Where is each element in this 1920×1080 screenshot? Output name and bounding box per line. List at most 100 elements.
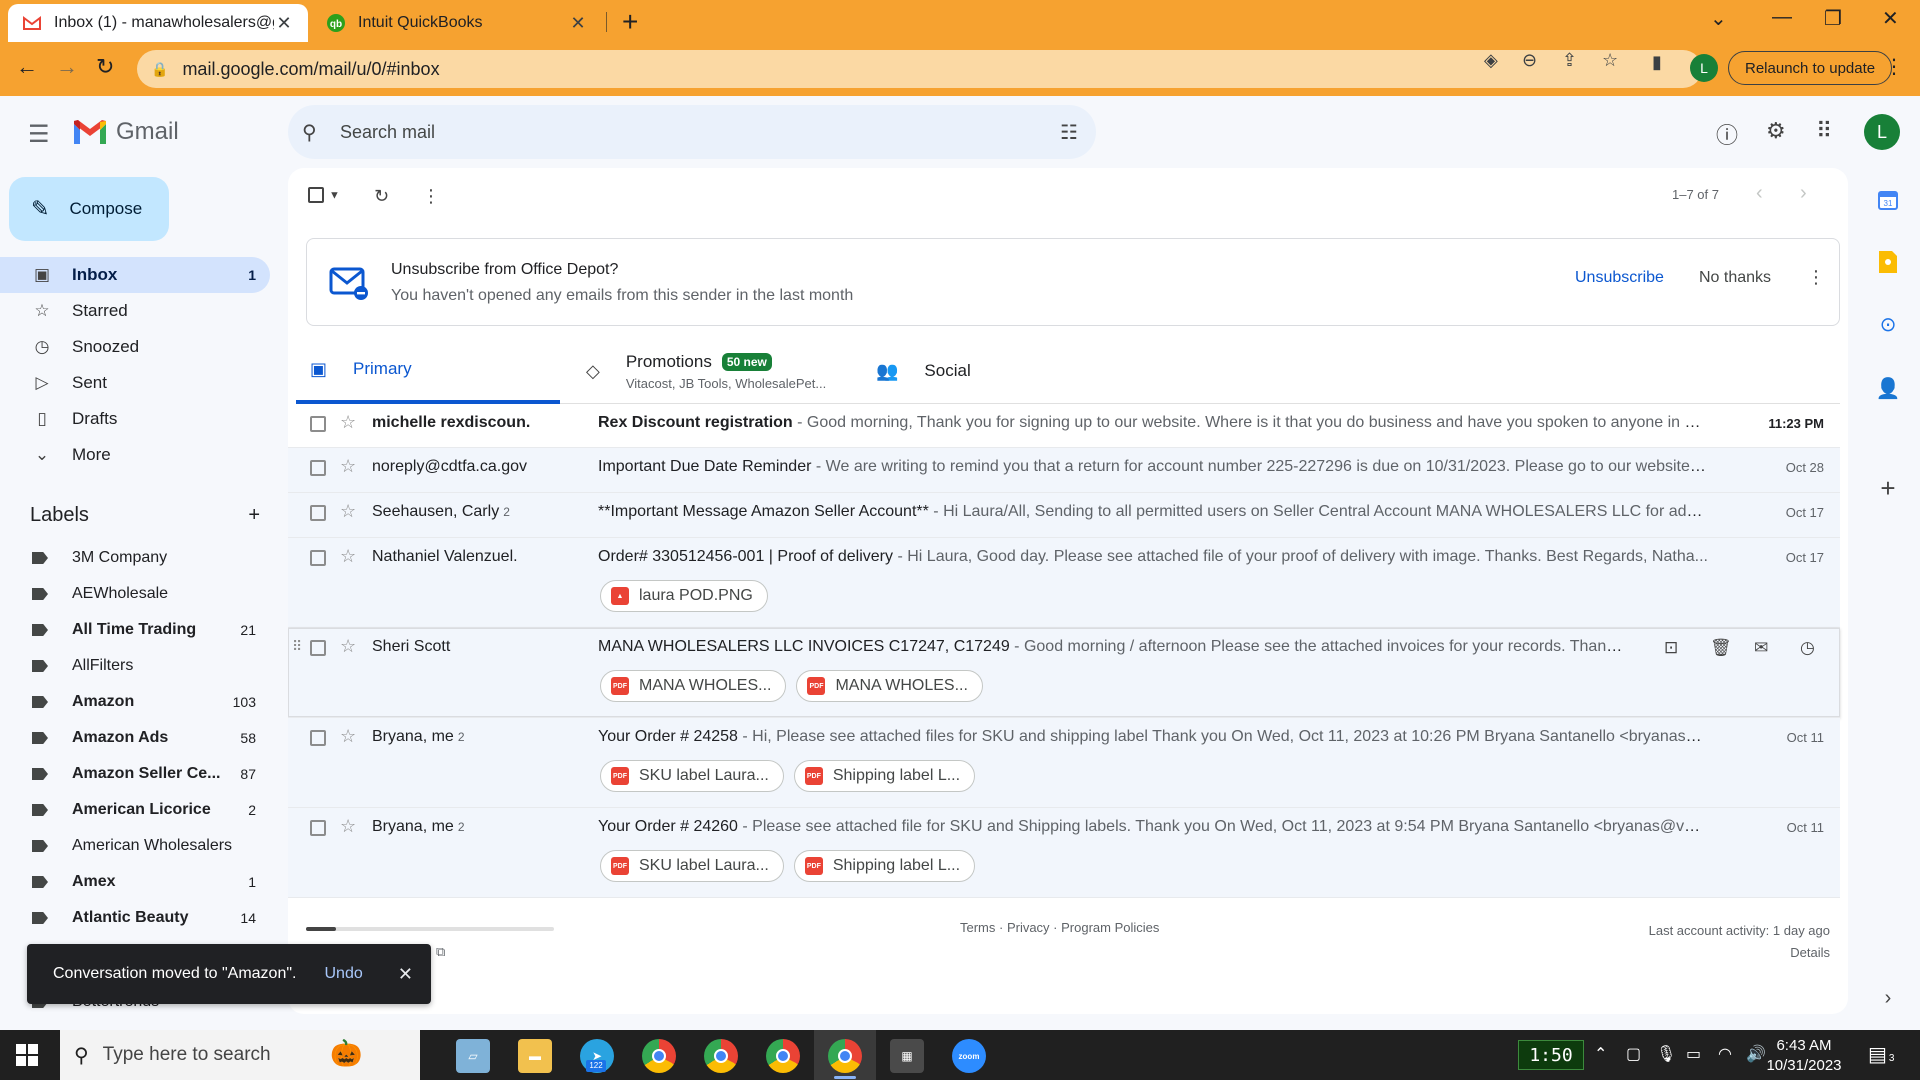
email-row[interactable]: ☆ Seehausen, Carly 2 **Important Message … xyxy=(288,493,1840,538)
bookmark-star-icon[interactable]: ☆ xyxy=(1602,50,1618,71)
close-icon[interactable]: ✕ xyxy=(398,964,413,985)
email-row[interactable]: ☆ Bryana, me 2 Your Order # 24258 - Hi, P… xyxy=(288,718,1840,808)
open-external-icon[interactable]: ⧉ xyxy=(436,944,445,960)
device-icon[interactable]: ▢ xyxy=(1626,1044,1641,1064)
more-options-icon[interactable]: ⋮ xyxy=(422,186,440,207)
address-bar[interactable]: 🔒 mail.google.com/mail/u/0/#inbox xyxy=(137,50,1702,88)
star-icon[interactable]: ☆ xyxy=(340,726,356,747)
older-page-icon[interactable]: › xyxy=(1800,182,1807,205)
refresh-icon[interactable]: ↻ xyxy=(374,186,389,207)
unsubscribe-button[interactable]: Unsubscribe xyxy=(1575,269,1664,287)
attachment-chip[interactable]: PDF Shipping label L... xyxy=(793,850,976,882)
search-options-icon[interactable]: ☷ xyxy=(1060,120,1078,145)
microphone-icon[interactable]: 🎙 xyxy=(1656,1044,1676,1064)
chrome-profile-l-icon[interactable] xyxy=(828,1039,862,1073)
maximize-button[interactable]: ❐ xyxy=(1824,6,1842,31)
delete-icon[interactable]: 🗑 xyxy=(1710,638,1732,658)
wifi-icon[interactable]: ◠ xyxy=(1718,1044,1732,1064)
tab-primary[interactable]: ▣ Primary xyxy=(296,338,560,404)
email-row[interactable]: ☆ michelle rexdiscoun. Rex Discount regi… xyxy=(288,404,1840,448)
star-icon[interactable]: ☆ xyxy=(340,816,356,837)
email-row[interactable]: ☆ noreply@cdtfa.ca.gov Important Due Dat… xyxy=(288,448,1840,493)
newer-page-icon[interactable]: ‹ xyxy=(1756,182,1763,205)
sidebar-item-snoozed[interactable]: ◷ Snoozed xyxy=(0,329,270,365)
row-checkbox[interactable] xyxy=(310,640,326,656)
compose-button[interactable]: ✎ Compose xyxy=(9,177,169,241)
label-item[interactable]: Amazon 103 xyxy=(0,684,270,720)
minimize-button[interactable]: — xyxy=(1772,6,1792,29)
row-checkbox[interactable] xyxy=(310,505,326,521)
tab-quickbooks[interactable]: qb Intuit QuickBooks ✕ xyxy=(312,4,602,42)
close-tab-icon[interactable]: ✕ xyxy=(274,13,294,34)
close-window-button[interactable]: ✕ xyxy=(1882,6,1899,31)
details-link[interactable]: Details xyxy=(1649,942,1830,964)
email-row[interactable]: ☆ Bryana, me 2 Your Order # 24260 - Pleas… xyxy=(288,808,1840,898)
share-icon[interactable]: ⇪ xyxy=(1562,50,1577,71)
attachment-chip[interactable]: PDF MANA WHOLES... xyxy=(796,670,983,702)
select-dropdown-icon[interactable]: ▼ xyxy=(329,189,340,201)
tab-promotions[interactable]: ◇ Promotions 50 new Vitacost, JB Tools, … xyxy=(586,338,826,404)
label-item[interactable]: American Licorice 2 xyxy=(0,792,270,828)
label-item[interactable]: Atlantic Beauty 14 xyxy=(0,900,270,936)
tasks-icon[interactable]: ⊙ xyxy=(1872,308,1904,340)
help-icon[interactable]: ⓘ xyxy=(1716,118,1738,150)
tab-gmail[interactable]: Inbox (1) - manawholesalers@gi ✕ xyxy=(8,4,308,42)
extension-icon[interactable]: ◈ xyxy=(1484,50,1498,71)
sidebar-item-starred[interactable]: ☆ Starred xyxy=(0,293,270,329)
pumpkin-widget-icon[interactable]: 🎃 xyxy=(330,1038,362,1069)
forward-button[interactable]: → xyxy=(56,54,78,80)
sidebar-item-drafts[interactable]: ▯ Drafts xyxy=(0,401,270,437)
browser-profile-avatar[interactable]: L xyxy=(1690,54,1718,82)
label-item[interactable]: AEWholesale xyxy=(0,576,270,612)
drag-handle-icon[interactable]: ⠿ xyxy=(292,638,302,655)
settings-gear-icon[interactable]: ⚙ xyxy=(1766,118,1786,144)
reload-button[interactable]: ↻ xyxy=(96,54,114,80)
sidebar-item-more[interactable]: ⌄ More xyxy=(0,437,270,473)
attachment-chip[interactable]: PDF Shipping label L... xyxy=(793,760,976,792)
row-checkbox[interactable] xyxy=(310,460,326,476)
clock-widget[interactable]: 1:50 xyxy=(1518,1040,1584,1070)
sidebar-item-inbox[interactable]: ▣ Inbox 1 xyxy=(0,257,270,293)
row-checkbox[interactable] xyxy=(310,820,326,836)
file-explorer-icon[interactable]: ▬ xyxy=(518,1039,552,1073)
star-icon[interactable]: ☆ xyxy=(340,501,356,522)
archive-icon[interactable]: ⊡ xyxy=(1664,638,1678,658)
footer-links[interactable]: Terms · Privacy · Program Policies xyxy=(960,920,1159,935)
label-item[interactable]: 3M Company xyxy=(0,540,270,576)
new-tab-button[interactable]: + xyxy=(622,6,638,38)
email-row[interactable]: ⠿ ☆ Sheri Scott MANA WHOLESALERS LLC INV… xyxy=(288,628,1840,718)
search-input[interactable] xyxy=(340,121,1020,143)
calendar-icon[interactable]: 31 xyxy=(1872,184,1904,216)
attachment-chip[interactable]: PDF MANA WHOLES... xyxy=(600,670,787,702)
email-row[interactable]: ☆ Nathaniel Valenzuel. Order# 330512456-… xyxy=(288,538,1840,628)
banner-more-icon[interactable]: ⋮ xyxy=(1807,267,1825,288)
expand-panel-icon[interactable]: › xyxy=(1872,982,1904,1014)
row-checkbox[interactable] xyxy=(310,550,326,566)
chrome-profile-m-icon[interactable] xyxy=(704,1039,738,1073)
calculator-icon[interactable]: ▦ xyxy=(890,1039,924,1073)
battery-icon[interactable]: ▭ xyxy=(1686,1044,1701,1064)
star-icon[interactable]: ☆ xyxy=(340,636,356,657)
undo-button[interactable]: Undo xyxy=(324,965,362,983)
label-item[interactable]: Amazon Seller Ce... 87 xyxy=(0,756,270,792)
search-icon[interactable]: ⚲ xyxy=(302,120,326,145)
relaunch-button[interactable]: Relaunch to update xyxy=(1728,51,1893,85)
account-avatar[interactable]: L xyxy=(1864,114,1900,150)
star-icon[interactable]: ☆ xyxy=(340,456,356,477)
row-checkbox[interactable] xyxy=(310,416,326,432)
system-clock[interactable]: 6:43 AM 10/31/2023 xyxy=(1758,1036,1850,1076)
label-item[interactable]: Amazon Ads 58 xyxy=(0,720,270,756)
label-item[interactable]: AllFilters xyxy=(0,648,270,684)
tab-search-icon[interactable]: ⌄ xyxy=(1710,6,1727,31)
close-tab-icon[interactable]: ✕ xyxy=(568,13,588,34)
windows-start-icon[interactable] xyxy=(16,1044,38,1072)
main-menu-icon[interactable]: ☰ xyxy=(28,120,50,149)
back-button[interactable]: ← xyxy=(16,54,38,80)
add-addon-icon[interactable]: + xyxy=(1872,472,1904,504)
tab-social[interactable]: 👥 Social xyxy=(876,338,971,404)
contacts-icon[interactable]: 👤 xyxy=(1872,372,1904,404)
notepad-app-icon[interactable]: ▱ xyxy=(456,1039,490,1073)
browser-menu-icon[interactable]: ⋮ xyxy=(1884,54,1904,79)
no-thanks-button[interactable]: No thanks xyxy=(1699,269,1771,287)
side-panel-icon[interactable]: ▮ xyxy=(1652,52,1662,73)
